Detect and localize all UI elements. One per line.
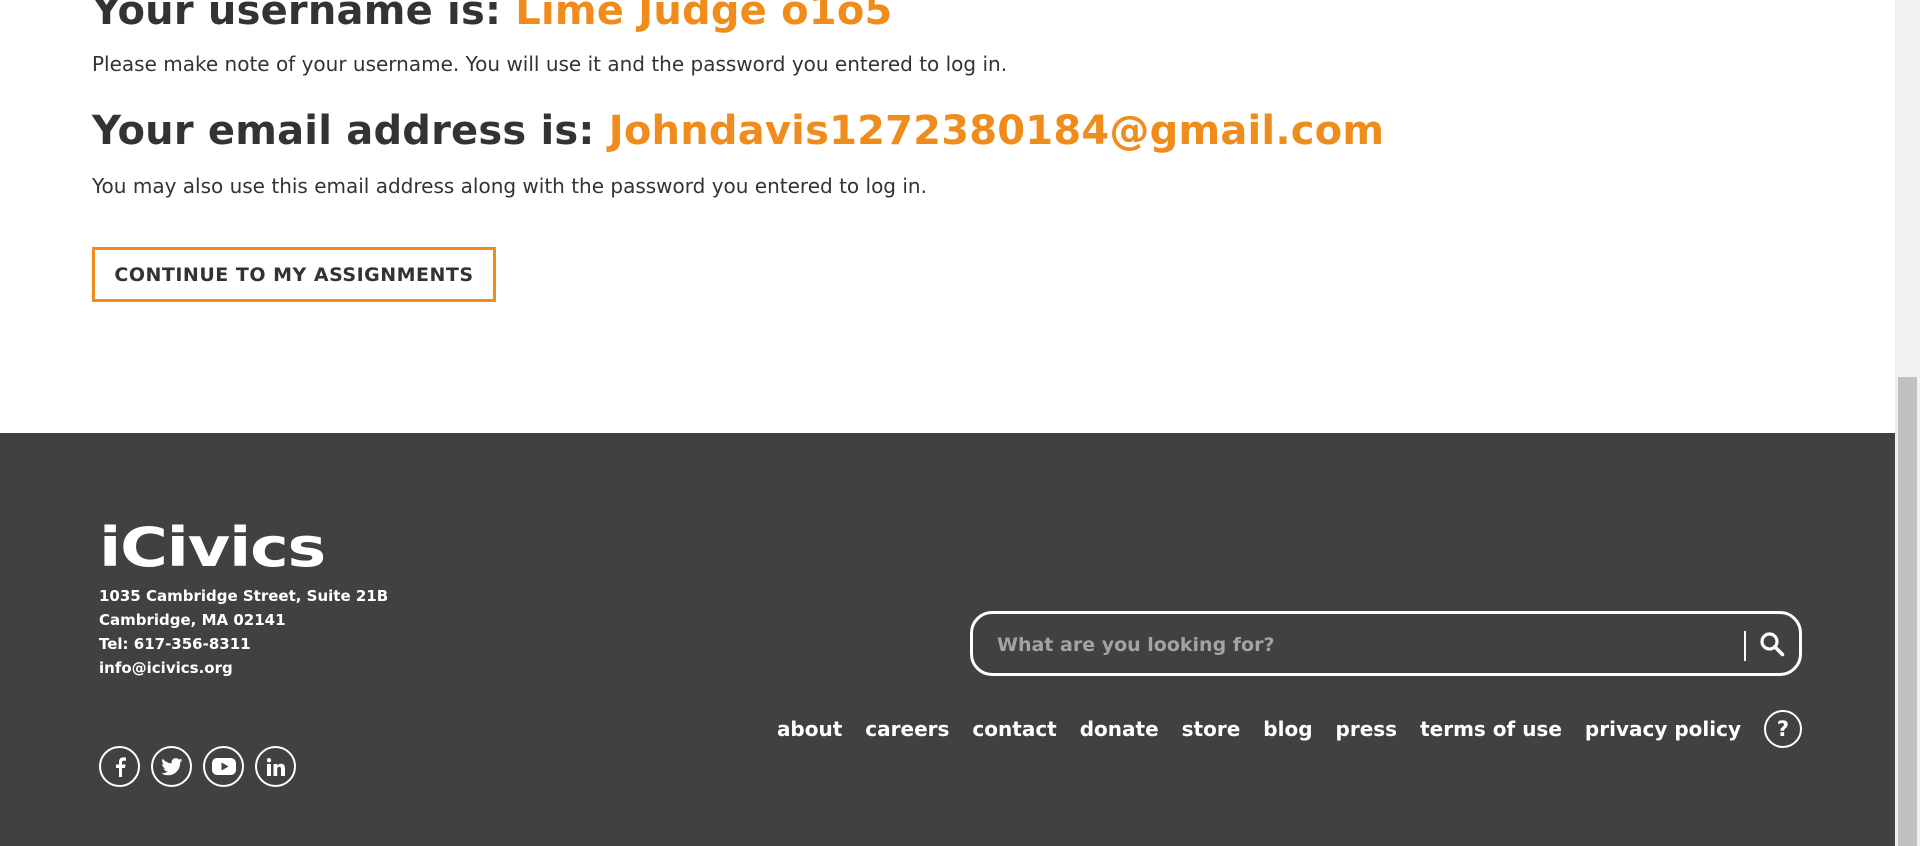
footer-search-box [970, 611, 1802, 676]
twitter-icon[interactable] [151, 746, 192, 787]
footer-link-press[interactable]: press [1336, 717, 1398, 741]
page-scrollbar[interactable] [1895, 0, 1920, 846]
social-links [99, 746, 296, 787]
email-label: Your email address is: [92, 108, 609, 154]
main-content: Your username is: Lime Judge o1o5 Please… [0, 0, 1895, 433]
scrollbar-thumb[interactable] [1898, 377, 1917, 846]
footer-address: 1035 Cambridge Street, Suite 21B Cambrid… [99, 584, 388, 680]
search-divider [1744, 631, 1746, 661]
footer-link-terms-of-use[interactable]: terms of use [1420, 717, 1562, 741]
email-value: Johndavis1272380184@gmail.com [608, 108, 1385, 154]
help-button[interactable]: ? [1764, 710, 1802, 748]
address-city: Cambridge, MA 02141 [99, 611, 286, 629]
address-email[interactable]: info@icivics.org [99, 656, 388, 680]
linkedin-icon[interactable] [255, 746, 296, 787]
username-value: Lime Judge o1o5 [515, 0, 893, 34]
continue-to-assignments-button[interactable]: CONTINUE TO MY ASSIGNMENTS [92, 247, 496, 302]
footer-link-contact[interactable]: contact [972, 717, 1056, 741]
search-icon[interactable] [1759, 631, 1785, 657]
email-heading: Your email address is: Johndavis12723801… [92, 108, 1384, 154]
logo-text: iCivics [99, 516, 325, 570]
address-street: 1035 Cambridge Street, Suite 21B [99, 587, 389, 605]
icivics-logo[interactable]: iCivics [99, 514, 327, 570]
youtube-icon[interactable] [203, 746, 244, 787]
username-heading: Your username is: Lime Judge o1o5 [92, 0, 893, 34]
username-label: Your username is: [92, 0, 516, 34]
facebook-icon[interactable] [99, 746, 140, 787]
address-tel: Tel: 617-356-8311 [99, 635, 251, 653]
footer-link-donate[interactable]: donate [1080, 717, 1159, 741]
footer-link-privacy-policy[interactable]: privacy policy [1585, 717, 1741, 741]
username-note: Please make note of your username. You w… [92, 52, 1008, 76]
email-note: You may also use this email address alon… [92, 174, 927, 198]
site-footer: iCivics 1035 Cambridge Street, Suite 21B… [0, 433, 1895, 846]
search-input[interactable] [995, 626, 1699, 664]
footer-link-about[interactable]: about [777, 717, 842, 741]
footer-nav: about careers contact donate store blog … [777, 710, 1802, 748]
footer-link-careers[interactable]: careers [865, 717, 949, 741]
footer-link-blog[interactable]: blog [1263, 717, 1312, 741]
footer-link-store[interactable]: store [1182, 717, 1241, 741]
